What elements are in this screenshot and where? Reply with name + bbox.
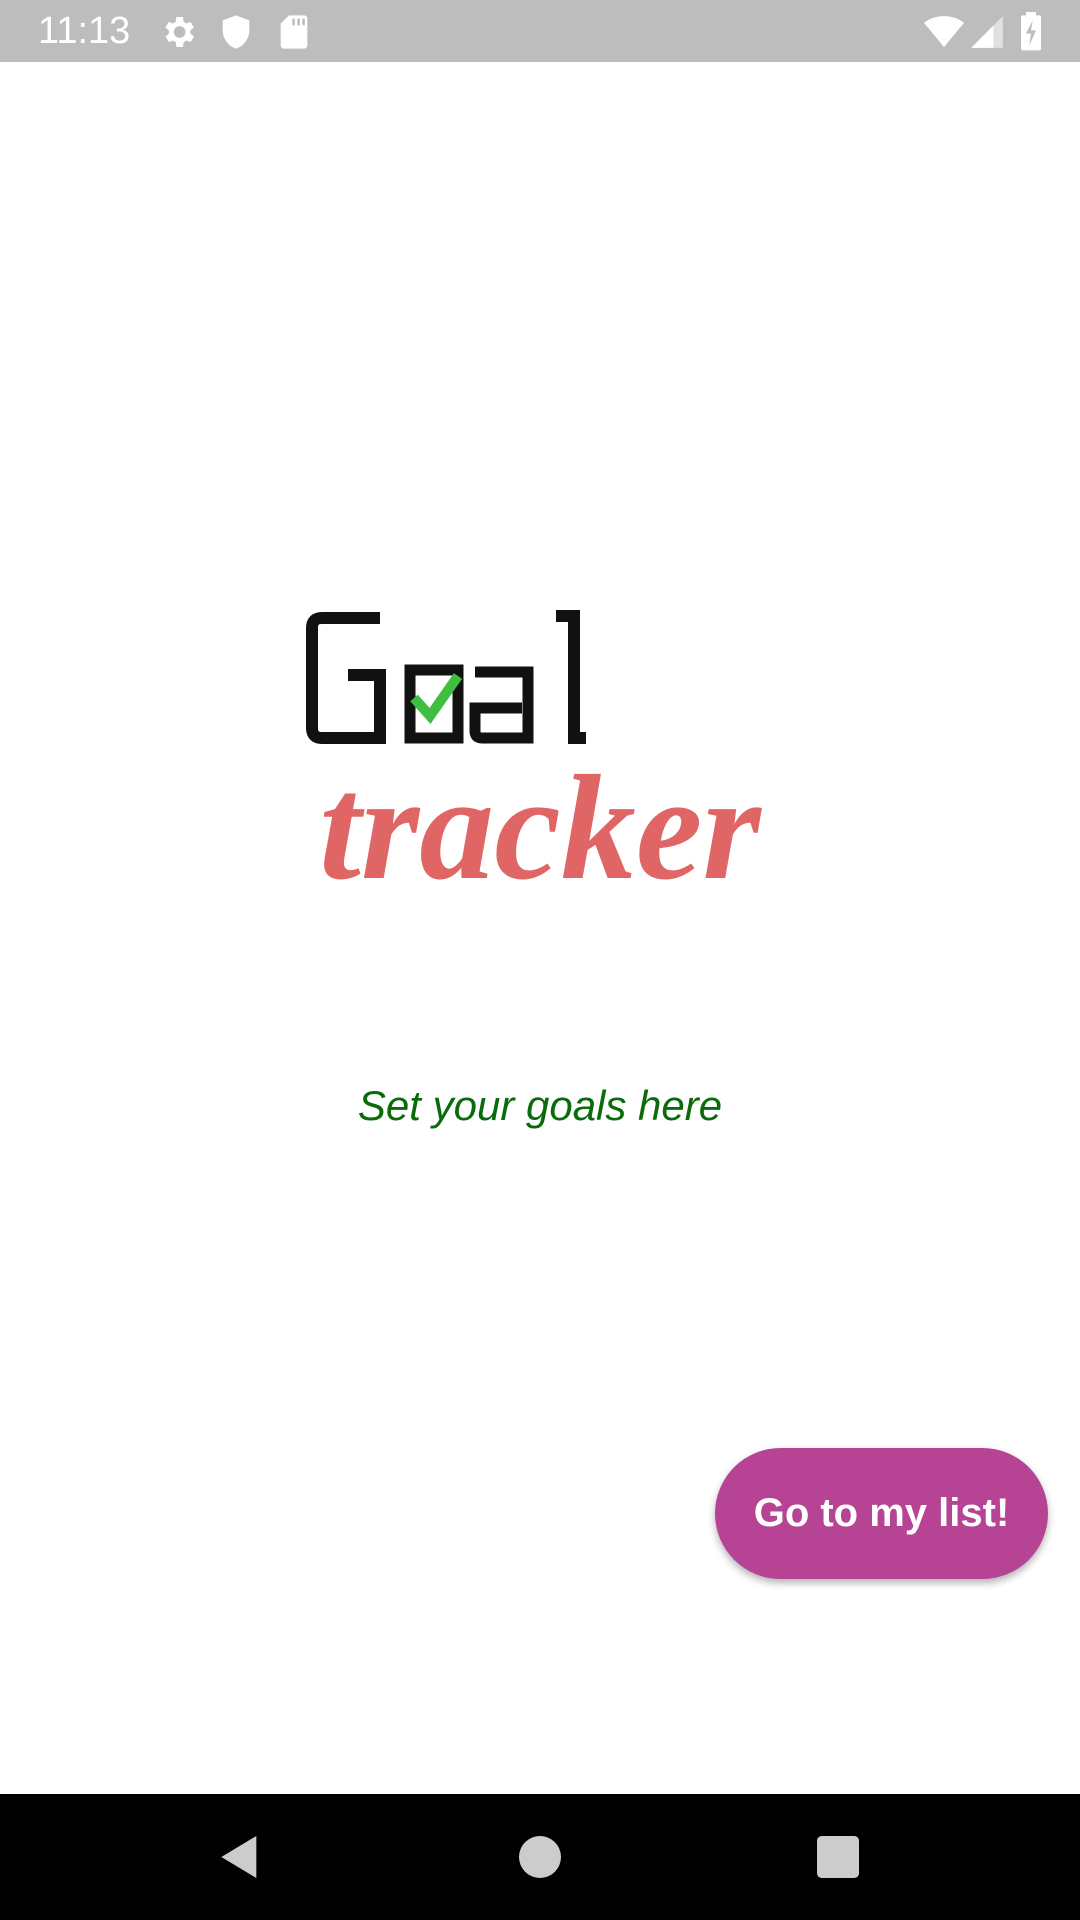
sd-card-icon [274,12,314,52]
wifi-icon [922,12,966,52]
recents-icon[interactable] [810,1829,866,1885]
svg-text:tracker: tracker [319,745,762,910]
go-to-list-button[interactable]: Go to my list! [715,1448,1048,1579]
status-bar: 11:13 [0,0,1080,62]
shield-icon [216,12,256,52]
cell-signal-icon [968,12,1006,52]
gear-icon [158,12,198,52]
status-time: 11:13 [38,10,131,52]
back-icon[interactable] [212,1829,268,1885]
battery-charging-icon [1016,12,1046,52]
home-icon[interactable] [512,1829,568,1885]
navigation-bar [0,1794,1080,1920]
goal-tracker-logo: tracker [290,600,790,910]
tagline: Set your goals here [357,1082,723,1129]
